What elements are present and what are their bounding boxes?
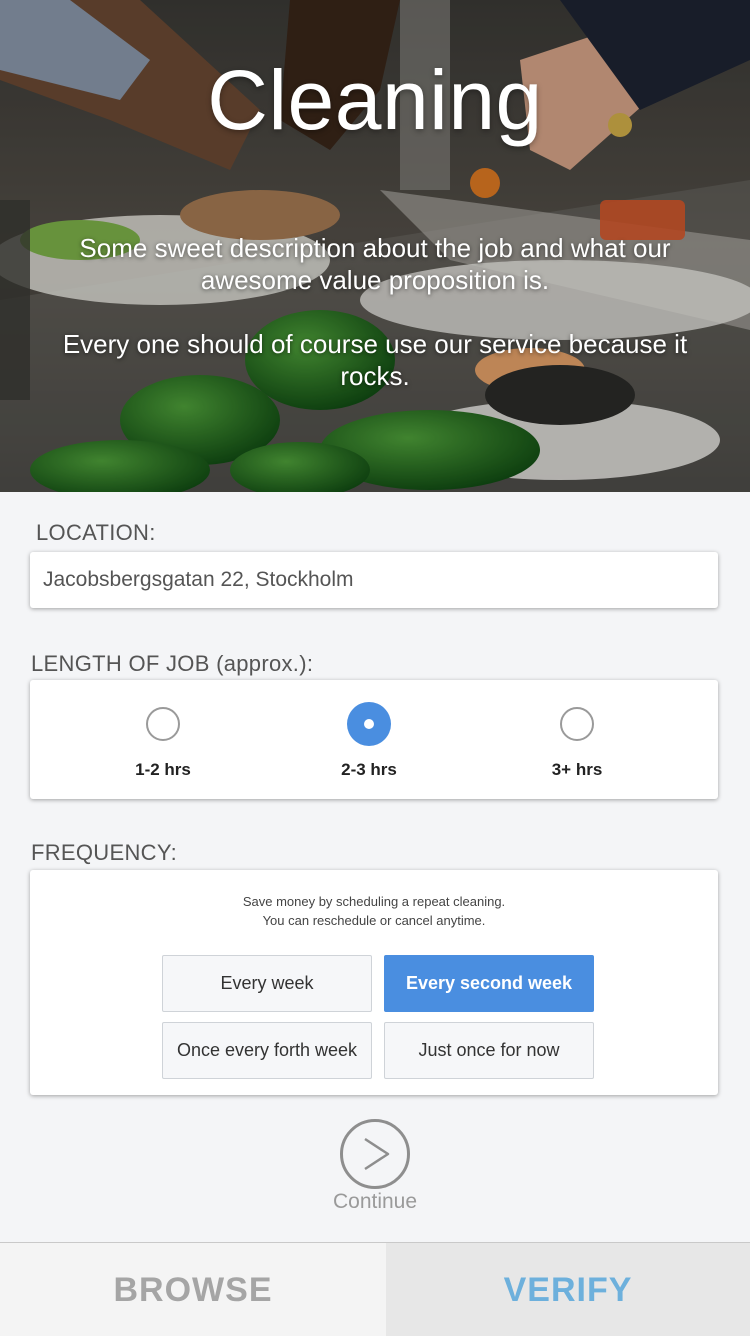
length-option-1-2-hrs[interactable]: 1-2 hrs — [73, 680, 253, 799]
tab-verify[interactable]: VERIFY — [386, 1243, 750, 1336]
length-label: LENGTH OF JOB (approx.): — [31, 651, 314, 676]
frequency-every-fourth-week-button[interactable]: Once every forth week — [162, 1022, 372, 1079]
hero-banner: Cleaning Some sweet description about th… — [0, 0, 750, 492]
radio-selected-icon — [347, 702, 391, 746]
frequency-just-once-button[interactable]: Just once for now — [384, 1022, 594, 1079]
radio-unselected-icon — [146, 707, 180, 741]
radio-unselected-icon — [560, 707, 594, 741]
page-title: Cleaning — [207, 53, 543, 147]
continue-label: Continue — [332, 1190, 418, 1213]
length-option-3-plus-hrs[interactable]: 3+ hrs — [487, 680, 667, 799]
length-option-label: 3+ hrs — [551, 760, 603, 779]
frequency-every-second-week-button[interactable]: Every second week — [384, 955, 594, 1012]
length-options-card: 1-2 hrs 2-3 hrs 3+ hrs — [30, 680, 718, 799]
location-input[interactable] — [30, 552, 718, 608]
length-option-2-3-hrs[interactable]: 2-3 hrs — [279, 680, 459, 799]
location-field-card — [30, 552, 718, 608]
location-label: LOCATION: — [36, 520, 156, 545]
length-option-label: 2-3 hrs — [341, 760, 397, 779]
frequency-options-card: Save money by scheduling a repeat cleani… — [30, 870, 718, 1095]
continue-button[interactable] — [340, 1119, 410, 1189]
bottom-tab-bar: BROWSE VERIFY — [0, 1242, 750, 1336]
frequency-hint: Save money by scheduling a repeat cleani… — [30, 892, 718, 930]
frequency-hint-line-1: Save money by scheduling a repeat cleani… — [242, 894, 506, 909]
length-option-label: 1-2 hrs — [135, 760, 191, 779]
frequency-hint-line-2: You can reschedule or cancel anytime. — [262, 913, 486, 928]
frequency-label: FREQUENCY: — [31, 840, 178, 865]
tab-browse[interactable]: BROWSE — [0, 1243, 386, 1336]
hero-description: Some sweet description about the job and… — [79, 233, 671, 295]
frequency-every-week-button[interactable]: Every week — [162, 955, 372, 1012]
chevron-right-icon — [364, 1137, 390, 1171]
hero-description-secondary: Every one should of course use our servi… — [62, 329, 688, 391]
